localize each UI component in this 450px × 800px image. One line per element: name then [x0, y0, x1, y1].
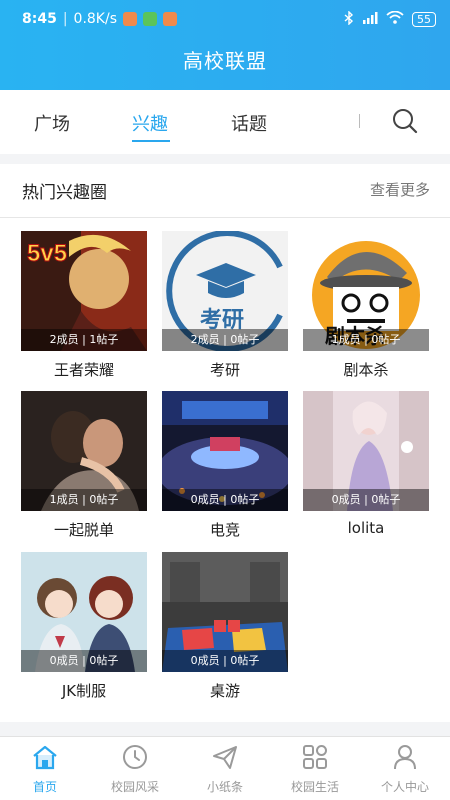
- group-stats: 0成员 | 0帖子: [303, 489, 429, 511]
- paper-plane-icon: [211, 743, 239, 771]
- bluetooth-icon: [344, 9, 354, 28]
- notification-app-icon: [163, 12, 178, 26]
- nav-profile[interactable]: 个人中心: [360, 737, 450, 800]
- status-bar: 8:45 | 0.8K/s 55: [0, 0, 450, 38]
- nav-label: 校园风采: [110, 780, 159, 794]
- section-gap: [0, 154, 450, 164]
- group-stats: 2成员 | 0帖子: [162, 329, 288, 351]
- nav-campus-life[interactable]: 校园生活: [270, 737, 360, 800]
- section-header: 热门兴趣圈 查看更多: [0, 164, 450, 218]
- nav-label: 校园生活: [290, 780, 339, 794]
- bottom-navigation: 首页 校园风采 小纸条 校园生活 个人中心: [0, 736, 450, 800]
- group-name: JK制服: [61, 682, 107, 700]
- group-stats: 2成员 | 1帖子: [21, 329, 147, 351]
- active-tab-indicator: [132, 140, 170, 142]
- group-name: 桌游: [209, 682, 240, 700]
- group-name: 电竞: [209, 521, 240, 539]
- tab-interest[interactable]: 兴趣: [132, 110, 168, 136]
- group-name: 王者荣耀: [53, 361, 114, 379]
- nav-campus-style[interactable]: 校园风采: [90, 737, 180, 800]
- svg-text:5v5: 5v5: [27, 240, 67, 267]
- tab-topic[interactable]: 话题: [231, 110, 267, 136]
- status-network-speed: 0.8K/s: [73, 11, 118, 27]
- group-name: 考研: [209, 361, 240, 379]
- status-time: 8:45: [22, 11, 57, 27]
- signal-icon: [362, 11, 378, 27]
- group-name: lolita: [347, 519, 385, 537]
- nav-label: 个人中心: [380, 780, 429, 794]
- wifi-icon: [386, 10, 404, 27]
- campus-style-icon: [121, 743, 149, 771]
- grid-icon: [301, 743, 329, 771]
- nav-label: 小纸条: [206, 780, 243, 794]
- app-header: 8:45 | 0.8K/s 55 高校联盟: [0, 0, 450, 90]
- bottom-gap: [0, 722, 450, 736]
- battery-indicator: 55: [412, 11, 436, 27]
- group-stats: 0成员 | 0帖子: [162, 489, 288, 511]
- nav-label: 首页: [32, 780, 57, 794]
- app-title: 高校联盟: [183, 49, 267, 73]
- tab-divider: [359, 114, 360, 128]
- notification-app-icon: [123, 12, 138, 26]
- see-more-link[interactable]: 查看更多: [370, 179, 430, 200]
- person-icon: [391, 743, 419, 771]
- nav-home[interactable]: 首页: [0, 737, 90, 800]
- group-stats: 1成员 | 0帖子: [21, 489, 147, 511]
- group-stats: 0成员 | 0帖子: [21, 650, 147, 672]
- nav-notes[interactable]: 小纸条: [180, 737, 270, 800]
- section-title: 热门兴趣圈: [22, 183, 107, 203]
- group-stats: 1成员 | 0帖子: [303, 329, 429, 351]
- group-name: 剧本杀: [343, 361, 389, 379]
- search-icon[interactable]: [392, 108, 418, 134]
- group-stats: 0成员 | 0帖子: [162, 650, 288, 672]
- category-tabs: 广场 兴趣 话题: [0, 90, 450, 154]
- group-name: 一起脱单: [53, 521, 114, 539]
- tab-square[interactable]: 广场: [34, 110, 70, 136]
- home-icon: [31, 743, 59, 771]
- download-icon: [143, 12, 158, 26]
